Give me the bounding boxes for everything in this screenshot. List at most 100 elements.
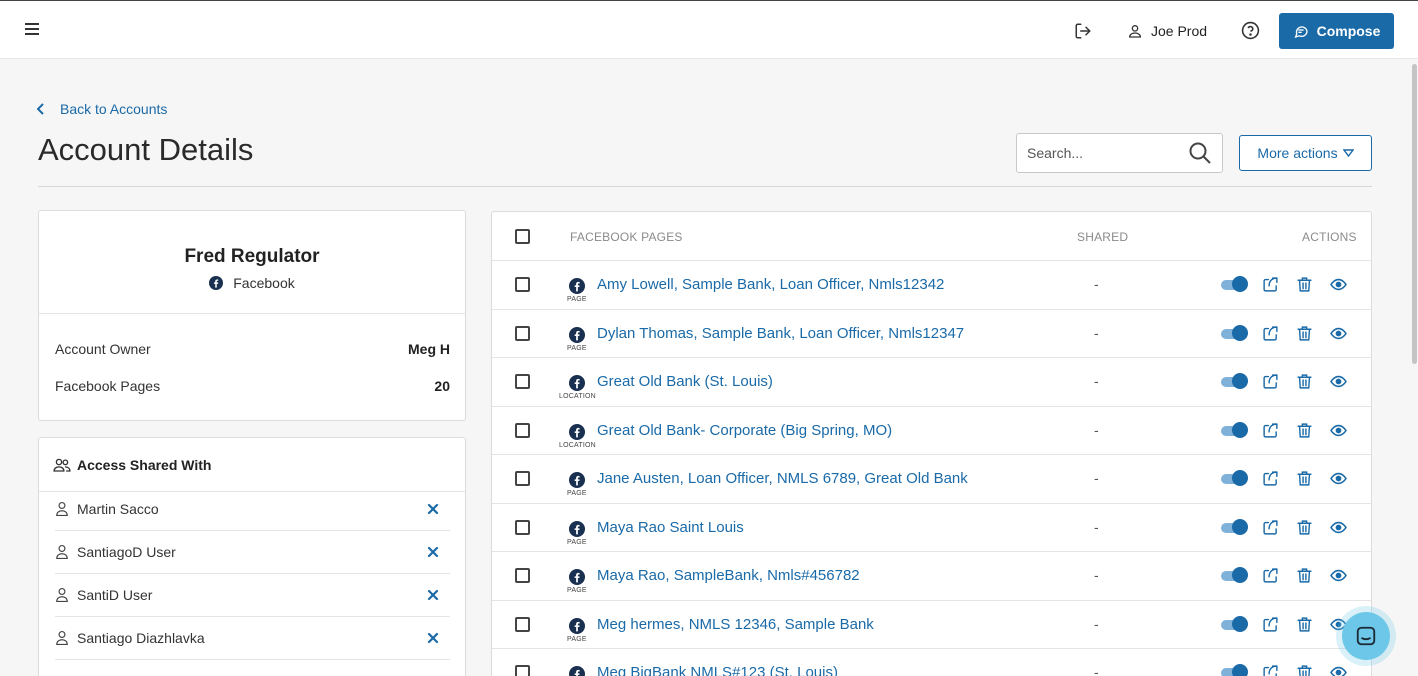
chat-launcher[interactable] bbox=[1342, 612, 1390, 660]
eye-icon[interactable] bbox=[1330, 373, 1347, 390]
chat-icon bbox=[1356, 626, 1376, 646]
compose-label: Compose bbox=[1316, 23, 1381, 39]
shared-user-name: Martin Sacco bbox=[77, 501, 159, 517]
share-icon[interactable] bbox=[1262, 664, 1279, 676]
table-row: PAGE Maya Rao Saint Louis - bbox=[492, 502, 1371, 552]
search-box bbox=[1016, 133, 1223, 173]
enabled-toggle[interactable] bbox=[1221, 615, 1248, 633]
toggle-knob bbox=[1232, 324, 1248, 341]
share-icon[interactable] bbox=[1262, 325, 1279, 342]
trash-icon[interactable] bbox=[1296, 470, 1313, 487]
facebook-icon bbox=[569, 569, 585, 585]
page-name-link[interactable]: Jane Austen, Loan Officer, NMLS 6789, Gr… bbox=[597, 470, 968, 487]
shared-value: - bbox=[1094, 664, 1099, 676]
share-icon[interactable] bbox=[1262, 470, 1279, 487]
access-header: Access Shared With bbox=[53, 457, 211, 473]
enabled-toggle[interactable] bbox=[1221, 567, 1248, 584]
table-row: PAGE Amy Lowell, Sample Bank, Loan Office… bbox=[492, 260, 1371, 309]
page-name-link[interactable]: Great Old Bank (St. Louis) bbox=[597, 373, 773, 390]
enabled-toggle[interactable] bbox=[1221, 276, 1248, 293]
toggle-knob bbox=[1232, 276, 1248, 292]
eye-icon[interactable] bbox=[1330, 470, 1347, 487]
row-checkbox[interactable] bbox=[515, 665, 530, 676]
facebook-icon bbox=[569, 520, 585, 537]
shared-value: - bbox=[1094, 276, 1099, 292]
trash-icon[interactable] bbox=[1296, 567, 1313, 584]
scrollbar[interactable] bbox=[1412, 64, 1417, 364]
page-type-label: PAGE bbox=[567, 344, 587, 352]
trash-icon[interactable] bbox=[1296, 325, 1313, 342]
table-row: PAGE Maya Rao, SampleBank, Nmls#456782 - bbox=[492, 551, 1371, 600]
shared-user-row: Martin Sacco bbox=[55, 488, 450, 531]
search-icon[interactable] bbox=[1188, 141, 1212, 165]
page-name-link[interactable]: Maya Rao Saint Louis bbox=[597, 519, 744, 536]
eye-icon[interactable] bbox=[1330, 664, 1347, 676]
share-icon[interactable] bbox=[1262, 616, 1279, 633]
remove-icon[interactable] bbox=[426, 502, 440, 516]
eye-icon[interactable] bbox=[1330, 567, 1347, 584]
share-icon[interactable] bbox=[1262, 373, 1279, 390]
user-icon bbox=[56, 502, 68, 516]
page-name-link[interactable]: Amy Lowell, Sample Bank, Loan Officer, N… bbox=[597, 276, 944, 293]
share-icon[interactable] bbox=[1262, 422, 1279, 439]
row-checkbox[interactable] bbox=[515, 471, 530, 486]
row-checkbox[interactable] bbox=[515, 325, 530, 341]
enabled-toggle[interactable] bbox=[1221, 664, 1248, 676]
eye-icon[interactable] bbox=[1330, 519, 1347, 536]
remove-icon[interactable] bbox=[426, 588, 440, 602]
toggle-knob bbox=[1232, 664, 1248, 676]
shared-value: - bbox=[1094, 615, 1099, 632]
remove-icon[interactable] bbox=[426, 631, 440, 645]
menu-icon[interactable] bbox=[25, 23, 39, 35]
eye-icon[interactable] bbox=[1330, 422, 1347, 439]
row-checkbox[interactable] bbox=[515, 374, 530, 389]
trash-icon[interactable] bbox=[1296, 616, 1313, 633]
more-actions-label: More actions bbox=[1257, 145, 1338, 161]
trash-icon[interactable] bbox=[1296, 519, 1313, 536]
trash-icon[interactable] bbox=[1296, 664, 1313, 676]
users-icon bbox=[53, 458, 71, 472]
column-header-actions: ACTIONS bbox=[1302, 230, 1357, 244]
more-actions-button[interactable]: More actions bbox=[1239, 135, 1372, 171]
compose-button[interactable]: Compose bbox=[1279, 13, 1394, 49]
trash-icon[interactable] bbox=[1296, 373, 1313, 390]
eye-icon[interactable] bbox=[1330, 276, 1347, 293]
trash-icon[interactable] bbox=[1296, 422, 1313, 439]
page-name-link[interactable]: Dylan Thomas, Sample Bank, Loan Officer,… bbox=[597, 325, 964, 342]
table-row: LOCATION Great Old Bank- Corporate (Big S… bbox=[492, 405, 1371, 455]
enabled-toggle[interactable] bbox=[1221, 470, 1248, 487]
row-checkbox[interactable] bbox=[515, 568, 530, 583]
page-name-link[interactable]: Great Old Bank- Corporate (Big Spring, M… bbox=[597, 422, 892, 439]
share-icon[interactable] bbox=[1262, 567, 1279, 584]
page-type-label: LOCATION bbox=[559, 393, 596, 400]
remove-icon[interactable] bbox=[426, 545, 440, 559]
user-menu[interactable]: Joe Prod bbox=[1127, 20, 1207, 42]
share-icon[interactable] bbox=[1262, 276, 1279, 293]
chat-icon bbox=[1294, 26, 1308, 39]
page-name-link[interactable]: Meg hermes, NMLS 12346, Sample Bank bbox=[597, 616, 874, 633]
eye-icon[interactable] bbox=[1330, 325, 1347, 342]
logout-icon[interactable] bbox=[1074, 22, 1092, 40]
shared-user-row: SantiD User bbox=[55, 574, 450, 617]
row-checkbox[interactable] bbox=[515, 422, 530, 438]
share-icon[interactable] bbox=[1262, 519, 1279, 536]
row-checkbox[interactable] bbox=[515, 277, 530, 292]
facebook-icon bbox=[569, 617, 585, 634]
stat-value: Meg H bbox=[408, 341, 450, 357]
shared-value: - bbox=[1094, 518, 1099, 535]
page-name-link[interactable]: Meg BigBank NMLS#123 (St. Louis) bbox=[597, 664, 838, 676]
select-all-checkbox[interactable] bbox=[515, 229, 530, 244]
trash-icon[interactable] bbox=[1296, 276, 1313, 293]
row-checkbox[interactable] bbox=[515, 519, 530, 535]
page-name-link[interactable]: Maya Rao, SampleBank, Nmls#456782 bbox=[597, 567, 860, 584]
access-shared-card: Access Shared With Martin Sacco SantiagoD… bbox=[38, 437, 466, 676]
back-to-accounts-link[interactable]: Back to Accounts bbox=[37, 101, 167, 117]
page-type-label: LOCATION bbox=[559, 441, 596, 449]
enabled-toggle[interactable] bbox=[1221, 324, 1248, 342]
enabled-toggle[interactable] bbox=[1221, 421, 1248, 439]
row-checkbox[interactable] bbox=[515, 616, 530, 632]
enabled-toggle[interactable] bbox=[1221, 373, 1248, 390]
search-input[interactable] bbox=[1027, 142, 1177, 164]
help-icon[interactable] bbox=[1241, 21, 1260, 40]
enabled-toggle[interactable] bbox=[1221, 518, 1248, 536]
